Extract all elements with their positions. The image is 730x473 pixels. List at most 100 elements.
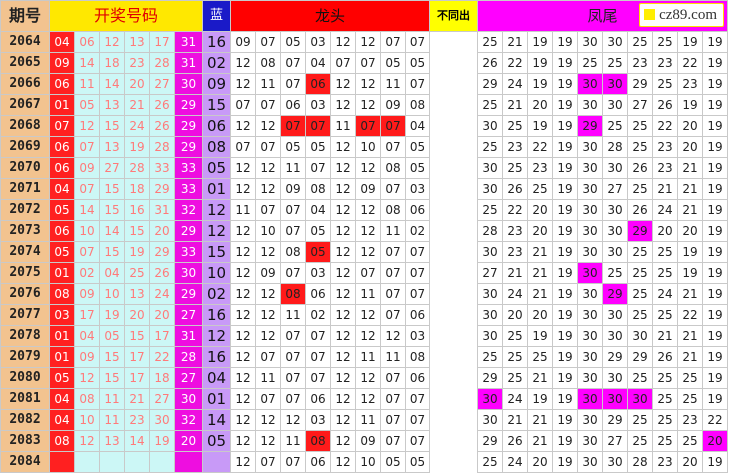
feng-cell: 24	[502, 451, 528, 473]
long-cell: 07	[380, 409, 406, 431]
feng-cell: 21	[527, 367, 553, 389]
long-cell: 05	[405, 136, 430, 158]
red-last-cell: 27	[174, 367, 203, 389]
feng-cell: 29	[602, 409, 628, 431]
long-cell: 12	[230, 115, 256, 137]
long-cell: 11	[280, 430, 306, 452]
period-cell: 2067	[0, 94, 50, 116]
long-cell: 12	[230, 346, 256, 368]
red-number-cell	[149, 451, 175, 473]
red-number-cell: 08	[74, 388, 100, 410]
red-number-cell: 12	[99, 31, 125, 53]
long-cell: 07	[305, 346, 331, 368]
long-cell: 12	[330, 178, 356, 200]
blue-number-cell: 10	[202, 262, 231, 284]
long-cell: 12	[255, 325, 281, 347]
blue-number-cell: 04	[202, 367, 231, 389]
feng-cell: 30	[577, 241, 603, 263]
feng-cell: 30	[477, 304, 503, 326]
feng-cell: 29	[477, 367, 503, 389]
feng-cell: 25	[477, 136, 503, 158]
red-number-cell: 09	[74, 283, 100, 305]
long-cell: 07	[380, 283, 406, 305]
feng-cell: 30	[477, 388, 503, 410]
red-first-cell: 06	[49, 157, 75, 179]
red-number-cell: 15	[99, 115, 125, 137]
table-row: 2073 06 10 14 15 20 29 12 12 10 07 05 12 12 11 02 28 23 20…	[0, 220, 728, 242]
site-logo[interactable]: cz89.com	[639, 3, 724, 27]
red-number-cell: 24	[149, 283, 175, 305]
long-cell: 05	[305, 220, 331, 242]
feng-cell: 25	[627, 367, 653, 389]
long-cell: 07	[380, 304, 406, 326]
blue-header: 蓝	[202, 0, 231, 32]
red-number-cell: 12	[74, 367, 100, 389]
long-cell: 07	[405, 430, 430, 452]
separator-cell	[429, 178, 478, 200]
feng-cell: 30	[577, 430, 603, 452]
separator-cell	[429, 451, 478, 473]
long-cell: 07	[230, 94, 256, 116]
table-row: 2064 04 06 12 13 17 31 16 09 07 05 03 12 12 07 07 25 21 19…	[0, 31, 728, 53]
winning-numbers-header: 开奖号码	[49, 0, 203, 32]
long-cell: 08	[405, 94, 430, 116]
red-first-cell: 04	[49, 388, 75, 410]
period-cell: 2077	[0, 304, 50, 326]
feng-cell: 25	[627, 262, 653, 284]
period-cell: 2081	[0, 388, 50, 410]
long-cell: 09	[230, 31, 256, 53]
feng-cell: 30	[602, 94, 628, 116]
feng-cell: 21	[502, 94, 528, 116]
long-cell: 07	[280, 388, 306, 410]
feng-cell: 23	[652, 136, 678, 158]
red-number-cell: 20	[124, 304, 150, 326]
blue-number-cell: 05	[202, 430, 231, 452]
feng-cell: 22	[702, 409, 728, 431]
red-first-cell: 05	[49, 199, 75, 221]
feng-cell: 26	[502, 430, 528, 452]
long-cell: 11	[355, 346, 381, 368]
red-last-cell: 31	[174, 325, 203, 347]
red-first-cell: 08	[49, 430, 75, 452]
long-cell: 12	[230, 241, 256, 263]
red-last-cell: 33	[174, 157, 203, 179]
logo-icon	[644, 9, 656, 20]
feng-cell: 25	[652, 409, 678, 431]
red-number-cell: 05	[99, 325, 125, 347]
red-first-cell: 03	[49, 304, 75, 326]
long-cell: 05	[405, 451, 430, 473]
feng-cell: 25	[502, 157, 528, 179]
feng-cell: 19	[552, 220, 578, 242]
red-number-cell: 10	[74, 220, 100, 242]
feng-cell: 29	[627, 220, 653, 242]
blue-number-cell: 02	[202, 52, 231, 74]
red-last-cell: 29	[174, 94, 203, 116]
feng-cell: 22	[502, 52, 528, 74]
feng-cell: 19	[552, 325, 578, 347]
table-row: 2079 01 09 15 17 22 28 16 12 07 07 07 12 11 11 08 25 25 25…	[0, 346, 728, 368]
feng-cell: 19	[552, 115, 578, 137]
feng-cell: 25	[527, 178, 553, 200]
feng-cell: 30	[602, 304, 628, 326]
feng-cell: 23	[652, 157, 678, 179]
feng-cell: 23	[677, 73, 703, 95]
long-cell: 12	[255, 157, 281, 179]
feng-cell: 19	[552, 157, 578, 179]
feng-cell: 30	[477, 157, 503, 179]
feng-cell: 25	[627, 241, 653, 263]
red-number-cell: 11	[74, 73, 100, 95]
red-number-cell: 18	[149, 367, 175, 389]
long-cell: 12	[255, 430, 281, 452]
long-cell: 08	[280, 283, 306, 305]
feng-cell: 20	[652, 220, 678, 242]
red-number-cell: 27	[149, 388, 175, 410]
feng-cell: 27	[477, 262, 503, 284]
long-cell: 07	[380, 178, 406, 200]
feng-cell: 21	[527, 430, 553, 452]
long-cell: 07	[305, 115, 331, 137]
feng-cell: 19	[552, 367, 578, 389]
feng-cell: 20	[527, 220, 553, 242]
period-cell: 2079	[0, 346, 50, 368]
red-number-cell: 15	[99, 367, 125, 389]
red-last-cell: 32	[174, 409, 203, 431]
